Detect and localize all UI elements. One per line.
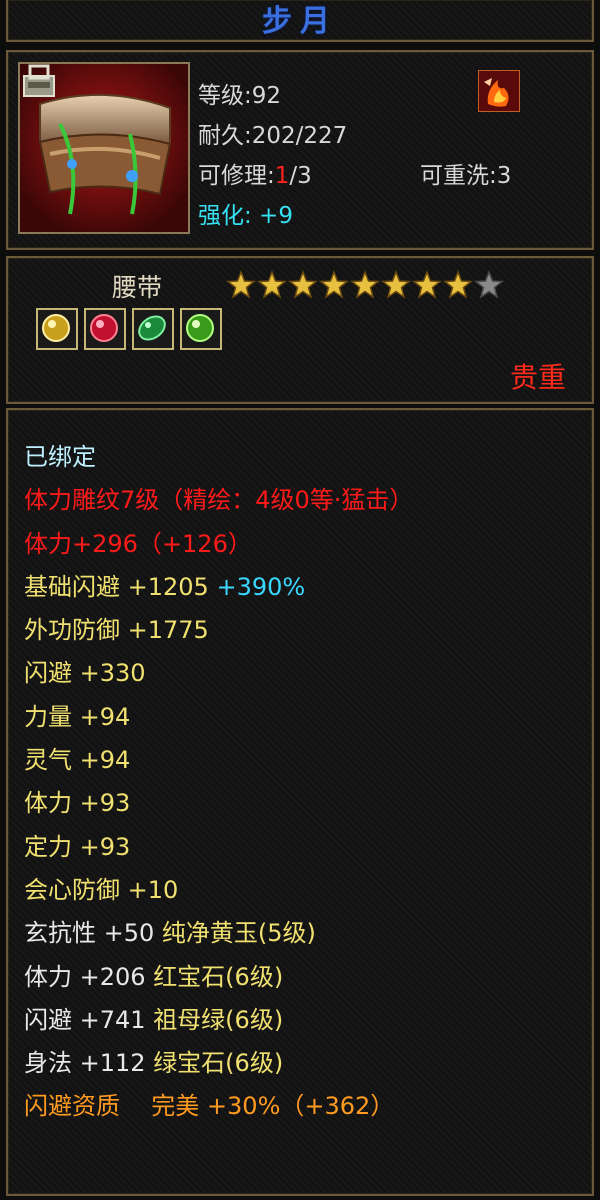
spirit-attr: 灵气 +94 (24, 746, 131, 775)
base-dodge-attr: 基础闪避 +1205 +390% (24, 572, 306, 601)
engrave-attr: 体力雕纹7级（精绘：4级0等·猛击） (24, 486, 414, 515)
gem-slots (36, 308, 222, 350)
item-summary-panel: 腰带 贵重 (6, 256, 594, 404)
gem1-attr: 玄抗性 +50 纯净黄玉(5级) (24, 919, 316, 948)
strength-attr: 力量 +94 (24, 702, 131, 731)
gem-slot-green-1[interactable] (132, 308, 174, 350)
enhance-stat: 强化: +9 (198, 203, 293, 229)
star-filled-icon (319, 270, 349, 299)
item-name: 步月 (262, 4, 338, 39)
item-quality: 贵重 (509, 361, 566, 394)
gem-slot-yellow[interactable] (36, 308, 78, 350)
flame-skill-icon[interactable] (478, 70, 520, 112)
star-filled-icon (288, 270, 318, 299)
lock-icon (23, 64, 55, 97)
star-filled-icon (226, 270, 256, 299)
yellow-gem-icon (42, 314, 70, 342)
dodge-attr: 闪避 +330 (24, 659, 146, 688)
gem3-attr: 闪避 +741 祖母绿(6级) (24, 1005, 284, 1034)
stamina-attr: 体力 +93 (24, 789, 131, 818)
star-filled-icon (443, 270, 473, 299)
green-gem-icon (138, 315, 166, 341)
attribute-list: 已绑定 体力雕纹7级（精绘：4级0等·猛击） 体力+296（+126） 基础闪避… (24, 436, 413, 1129)
focus-attr: 定力 +93 (24, 832, 131, 861)
durability-stat: 耐久:202/227 (198, 123, 348, 149)
item-type: 腰带 (112, 273, 163, 302)
star-filled-icon (350, 270, 380, 299)
star-empty-icon (474, 270, 504, 299)
outer-defense-attr: 外功防御 +1775 (24, 616, 209, 645)
star-filled-icon (381, 270, 411, 299)
gem4-attr: 身法 +112 绿宝石(6级) (24, 1049, 284, 1078)
star-filled-icon (412, 270, 442, 299)
star-filled-icon (257, 270, 287, 299)
gem-slot-green-2[interactable] (180, 308, 222, 350)
stamina-main-attr: 体力+296（+126） (24, 529, 252, 558)
gem2-attr: 体力 +206 红宝石(6级) (24, 962, 284, 991)
bound-status: 已绑定 (24, 443, 96, 471)
attributes-panel: 已绑定 体力雕纹7级（精绘：4级0等·猛击） 体力+296（+126） 基础闪避… (6, 408, 594, 1196)
title-bar: 步月 (6, 0, 594, 42)
red-gem-icon (90, 314, 118, 342)
aptitude-attr: 闪避资质 完美 +30%（+362） (24, 1092, 395, 1121)
item-portrait[interactable] (18, 62, 190, 234)
rewash-stat: 可重洗:3 (420, 163, 512, 189)
item-info-panel: 等级:92 耐久:202/227 可修理:1/3 可重洗:3 强化: +9 (6, 50, 594, 250)
green-gem-icon (186, 314, 214, 342)
repair-stat: 可修理:1/3 (198, 163, 312, 189)
crit-defense-attr: 会心防御 +10 (24, 875, 179, 904)
star-rating (226, 270, 504, 300)
gem-slot-red[interactable] (84, 308, 126, 350)
level-stat: 等级:92 (198, 83, 282, 109)
